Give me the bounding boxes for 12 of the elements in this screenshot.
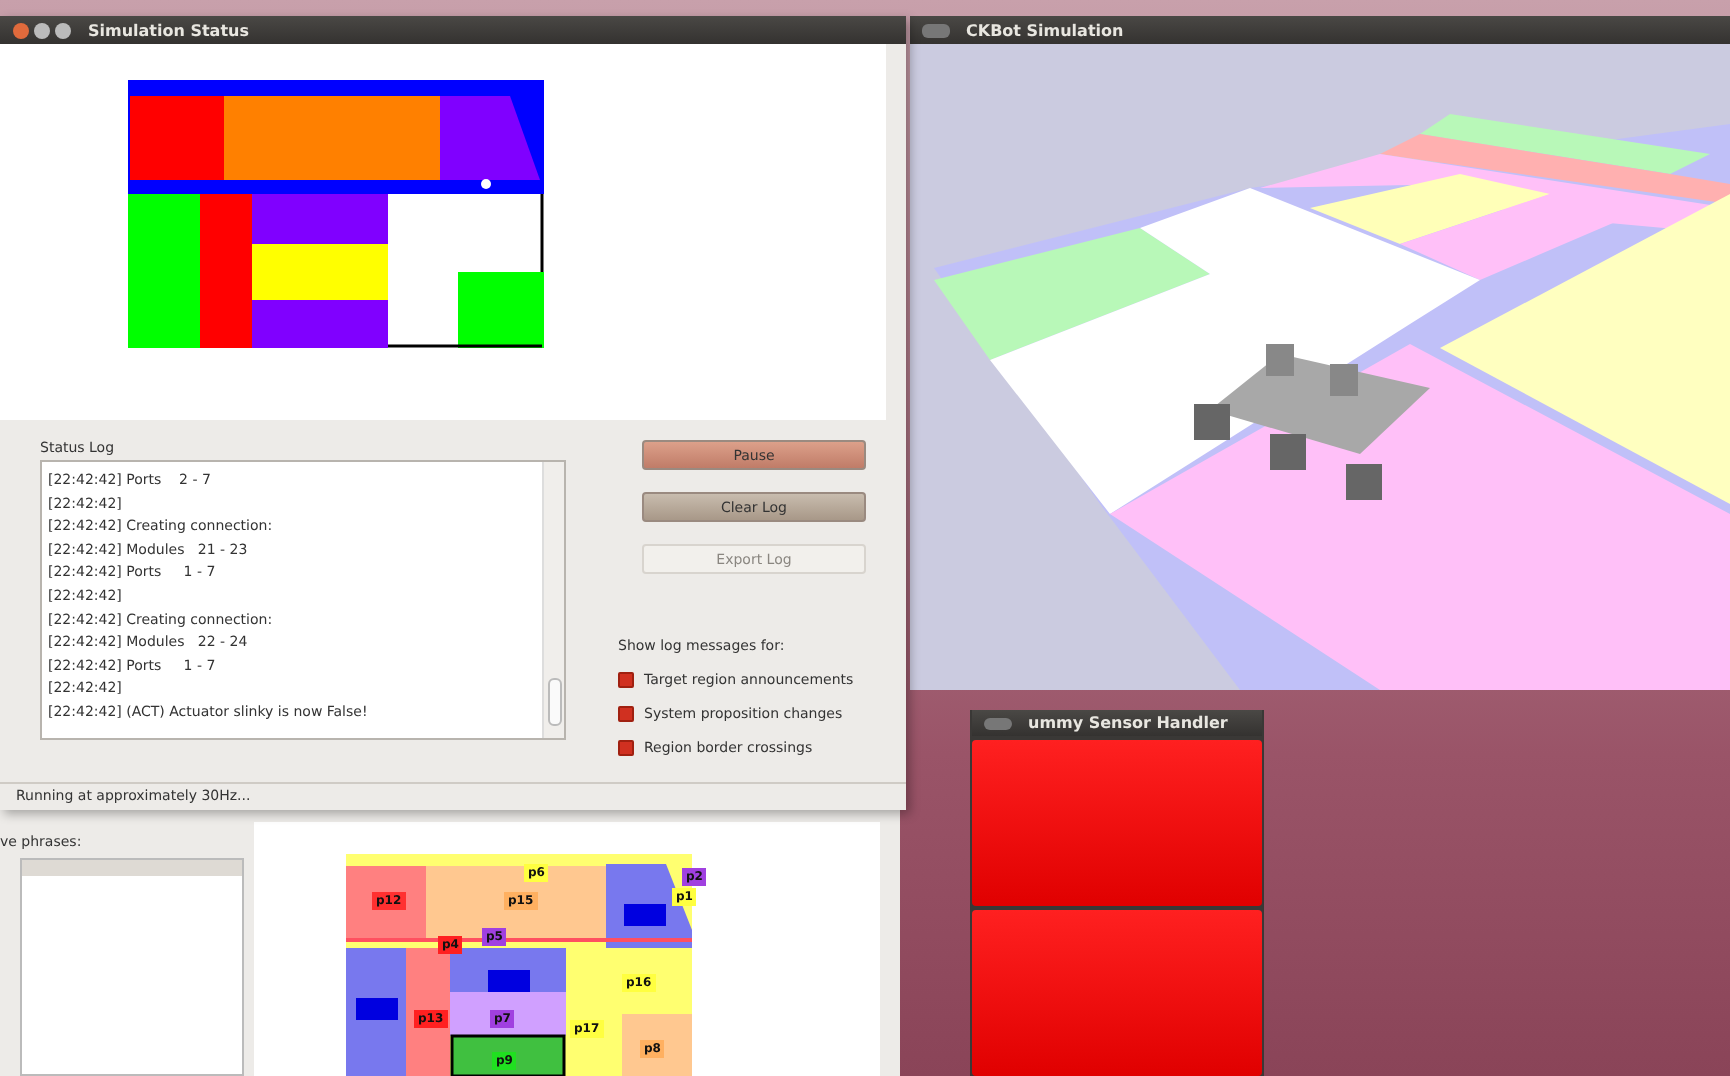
window-title: CKBot Simulation (966, 21, 1124, 39)
sensor-toggle-button[interactable] (972, 910, 1262, 1076)
window-title: ummy Sensor Handler (1028, 714, 1228, 732)
checkbox[interactable] (618, 705, 634, 721)
window-controls-icon[interactable] (984, 715, 1012, 731)
window-controls-icon[interactable] (12, 21, 72, 39)
window-title: Simulation Status (88, 21, 249, 39)
checkbox[interactable] (618, 739, 634, 755)
checkbox[interactable] (618, 671, 634, 687)
window-controls-icon[interactable] (922, 21, 950, 39)
sensor-toggle-button[interactable] (972, 740, 1262, 906)
scrollbar[interactable] (542, 462, 564, 738)
